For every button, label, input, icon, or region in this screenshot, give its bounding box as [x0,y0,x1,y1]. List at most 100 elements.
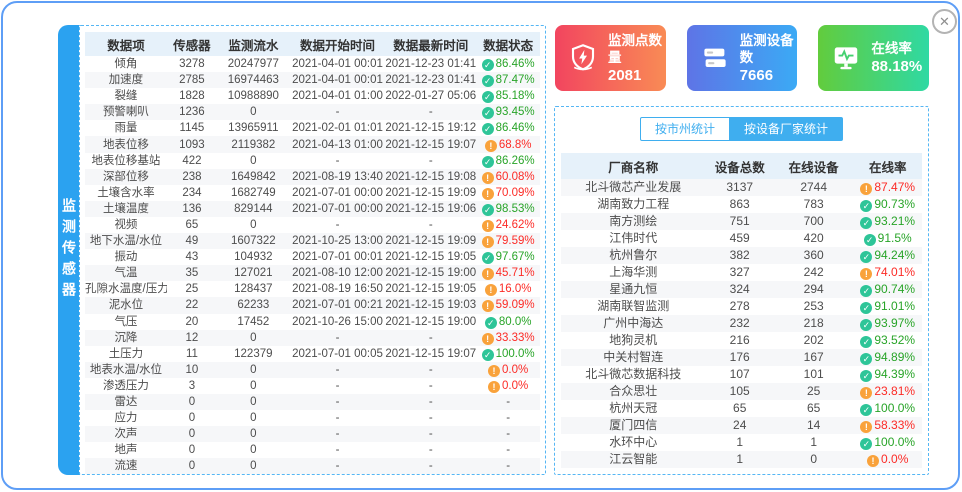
table-row: 湖南联智监测278253✓91.01% [561,298,922,315]
cell: 238 [167,169,217,185]
cell: 渗透压力 [85,378,167,394]
status-cell: ✓100.0% [853,400,922,417]
cell: 2021-12-15 19:07 [385,346,476,362]
cell: 土壤温度 [85,201,167,217]
status-percentage: 74.01% [874,265,915,279]
cell: 沉降 [85,330,167,346]
cell: 中关村智连 [561,349,705,366]
status-percentage: 93.45% [496,106,535,118]
cell: 加速度 [85,72,167,88]
cell: 星通九恒 [561,281,705,298]
cell: 24 [705,417,774,434]
cell: 2021-04-01 00:01 [290,56,386,72]
cell: 雷达 [85,394,167,410]
cell: 20 [167,314,217,330]
cell: - [290,330,386,346]
cell: 北斗微芯数据科技 [561,366,705,383]
cell: 0 [167,442,217,458]
status-percentage: 86.46% [496,122,535,134]
status-cell: !0.0% [853,451,922,468]
cell: - [290,426,386,442]
status-percentage: 33.33% [496,332,535,344]
stat-card-label: 监测设备数 [740,32,798,66]
table-row: 流速00--- [85,458,540,474]
status-percentage: 98.53% [496,203,535,215]
cell: 3 [167,378,217,394]
sidebar-tab-monitoring-sensors[interactable]: 监测传感器 [58,25,80,475]
cell: - [385,217,476,233]
table-row: 湖南致力工程863783✓90.73% [561,196,922,213]
status-cell: !87.47% [853,179,922,196]
cell: - [290,153,386,169]
cell: 176 [705,349,774,366]
cell: 17452 [217,314,290,330]
column-header: 设备总数 [705,153,774,179]
tab-by-vendor[interactable]: 按设备厂家统计 [730,117,843,141]
cell: 0 [217,217,290,233]
stat-card-value: 7666 [740,66,798,85]
status-ok-icon: ✓ [482,349,494,361]
cell: 216 [705,332,774,349]
cell: 101 [774,366,853,383]
cell: - [385,426,476,442]
cell: 1093 [167,136,217,152]
column-header: 数据项 [85,32,167,56]
cell: 0 [167,458,217,474]
column-header: 在线设备 [774,153,853,179]
cell: 2021-12-15 19:09 [385,185,476,201]
status-cell: ✓97.67% [476,249,540,265]
stat-card-monitor-points: 监测点数量 2081 [555,25,666,91]
table-row: 地表水温/水位100--!0.0% [85,362,540,378]
cell: 136 [167,201,217,217]
table-row: 江伟时代459420✓91.5% [561,230,922,247]
status-percentage: 90.73% [874,197,915,211]
table-row: 土压力111223792021-07-01 00:052021-12-15 19… [85,346,540,362]
tab-by-city[interactable]: 按市州统计 [640,117,730,141]
cell: 122379 [217,346,290,362]
cell: 105 [705,383,774,400]
cell: 深部位移 [85,169,167,185]
cell: 广州中海达 [561,315,705,332]
cell: 江伟时代 [561,230,705,247]
sensor-statistics-table: 数据项传感器监测流水数据开始时间数据最新时间数据状态倾角327820247977… [85,32,540,474]
cell: 11 [167,346,217,362]
status-ok-icon: ✓ [482,75,494,87]
status-cell: !60.08% [476,169,540,185]
cell: 江云智能 [561,451,705,468]
table-row: 厦门四信2414!58.33% [561,417,922,434]
status-ok-icon: ✓ [860,319,872,331]
cell: 2021-12-15 19:09 [385,233,476,249]
column-header: 厂商名称 [561,153,705,179]
status-ok-icon: ✓ [860,251,872,263]
cell: 25 [167,281,217,297]
cell: 422 [167,153,217,169]
cell: 2021-12-15 19:05 [385,281,476,297]
status-percentage: 90.74% [874,282,915,296]
cell: - [290,394,386,410]
column-header: 在线率 [853,153,922,179]
cell: 3278 [167,56,217,72]
cell: 167 [774,349,853,366]
status-percentage: 94.24% [874,248,915,262]
status-warn-icon: ! [482,220,494,232]
cell: 1682749 [217,185,290,201]
cell: 倾角 [85,56,167,72]
column-header: 传感器 [167,32,217,56]
status-cell: ✓80.0% [476,314,540,330]
stat-card-value: 88.18% [871,57,922,76]
cell: 2021-07-01 00:05 [290,346,386,362]
cell: 1 [705,451,774,468]
cell: 2021-02-01 01:01 [290,120,386,136]
cell: 0 [217,426,290,442]
server-stack-icon [700,43,730,73]
cell: 2021-10-25 13:00 [290,233,386,249]
status-cell: ✓94.24% [853,247,922,264]
cell: - [290,410,386,426]
cell: 2021-07-01 00:01 [290,249,386,265]
table-row: 北斗微芯数据科技107101✓94.39% [561,366,922,383]
cell: - [385,330,476,346]
table-row: 土壤温度1368291442021-07-01 00:002021-12-15 … [85,201,540,217]
status-percentage: 70.09% [496,187,535,199]
close-icon[interactable]: ✕ [932,9,957,34]
cell: 0 [217,153,290,169]
